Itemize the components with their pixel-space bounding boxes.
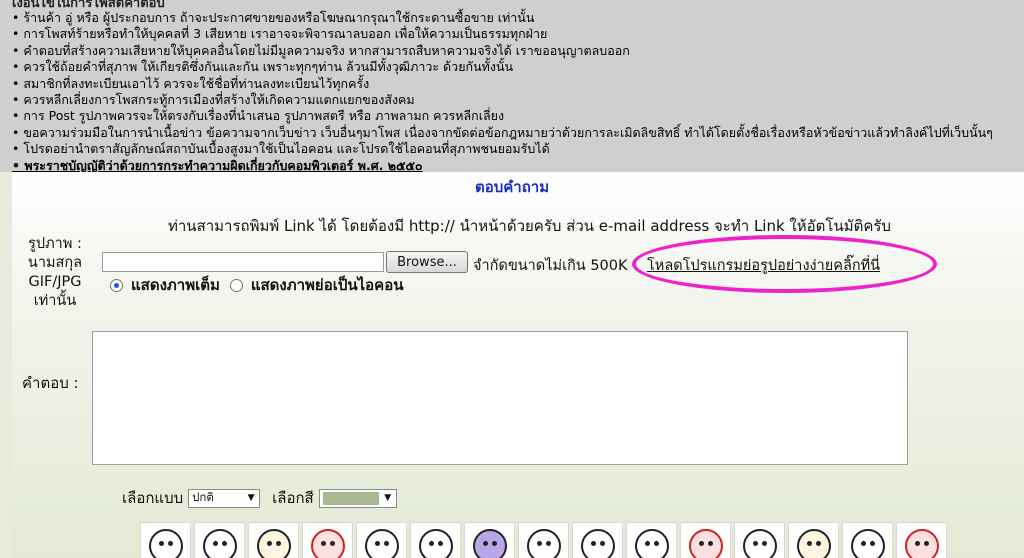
radio-full-image[interactable] xyxy=(110,278,123,292)
tears-icon[interactable] xyxy=(356,522,407,558)
size-limit-note: จำกัดขนาดไม่เกิน 500K xyxy=(473,258,628,274)
style-pickers: เลือกแบบ ปกติ ▼ เลือกสี ▼ xyxy=(122,486,397,510)
rule-item: การโพสท์ร้ายหรือทำให้บุคคลที่ 3 เสียหาย … xyxy=(12,26,993,42)
chevron-down-icon: ▼ xyxy=(247,493,255,503)
cat-icon[interactable] xyxy=(248,522,299,558)
angry-icon[interactable] xyxy=(302,522,353,558)
color-select[interactable]: ▼ xyxy=(318,488,397,508)
happy-icon[interactable] xyxy=(842,522,893,558)
cat-angry-icon[interactable] xyxy=(680,522,731,558)
spiral-eyes-icon[interactable] xyxy=(140,522,191,558)
rule-item: ขอความร่วมมือในการนำเนื้อข่าว ข้อความจาก… xyxy=(12,125,993,141)
type-label: เลือกแบบ xyxy=(122,489,184,507)
browse-button[interactable]: Browse... xyxy=(386,251,468,273)
rule-item: ควรหลีกเลี่ยงการโพสกระทู้การเมืองที่สร้า… xyxy=(12,92,993,108)
rule-item: โปรดอย่านำตราสัญลักษณ์สถาบันเบื้องสูงมาใ… xyxy=(12,141,993,157)
cat-smile-icon[interactable] xyxy=(788,522,839,558)
rule-item: สมาชิกที่ลงทะเบียนเอาไว้ ควรจะใช้ชื่อที่… xyxy=(12,76,993,92)
type-select[interactable]: ปกติ ▼ xyxy=(188,488,261,508)
form-title: ตอบคำถาม xyxy=(475,178,550,196)
purple-shy-icon[interactable] xyxy=(464,522,515,558)
answer-textarea[interactable] xyxy=(92,331,908,465)
radio-full-label: แสดงภาพเต็ม xyxy=(131,276,220,294)
type-select-value: ปกติ xyxy=(192,490,214,504)
answer-label: คำตอบ : xyxy=(22,374,79,392)
sleepy-icon[interactable] xyxy=(518,522,569,558)
emoticon-row xyxy=(140,522,947,558)
sad-icon[interactable] xyxy=(572,522,623,558)
chevron-down-icon: ▼ xyxy=(384,493,392,503)
rules-list: ร้านค้า อู่ หรือ ผู้ประกอบการ ถ้าจะประกา… xyxy=(12,10,993,174)
reply-form: ตอบคำถาม ท่านสามารถพิมพ์ Link ได้ โดยต้อ… xyxy=(12,172,1024,558)
radio-icon-image[interactable] xyxy=(229,278,243,292)
highlight-oval-annotation xyxy=(632,235,937,293)
laughing-icon[interactable] xyxy=(410,522,461,558)
color-label: เลือกสี xyxy=(272,489,314,507)
rule-item: ควรใช้ถ้อยคำที่สุภาพ ให้เกียรติซึ่งกันแล… xyxy=(12,59,993,75)
rule-item: การ Post รูปภาพควรจะให้ตรงกับเรื่องที่นำ… xyxy=(12,108,993,124)
rule-item: คำตอบที่สร้างความเสียหายให้บุคคลอื่นโดยไ… xyxy=(12,43,993,59)
color-swatch xyxy=(322,492,379,505)
image-label: รูปภาพ : นามสกุล GIF/JPG เท่านั้น xyxy=(27,236,83,309)
scared-icon[interactable] xyxy=(734,522,785,558)
rule-item: ร้านค้า อู่ หรือ ผู้ประกอบการ ถ้าจะประกา… xyxy=(12,10,993,26)
annoyed-icon[interactable] xyxy=(626,522,677,558)
shouting-icon[interactable] xyxy=(896,522,947,558)
crying-icon[interactable] xyxy=(194,522,245,558)
radio-icon-label: แสดงภาพย่อเป็นไอคอน xyxy=(250,276,404,294)
display-mode-options: แสดงภาพเต็ม แสดงภาพย่อเป็นไอคอน xyxy=(110,273,403,297)
posting-rules: เงื่อนไขในการโพสต์คำตอบ ร้านค้า อู่ หรือ… xyxy=(0,0,1024,174)
file-path-input[interactable] xyxy=(102,252,384,272)
